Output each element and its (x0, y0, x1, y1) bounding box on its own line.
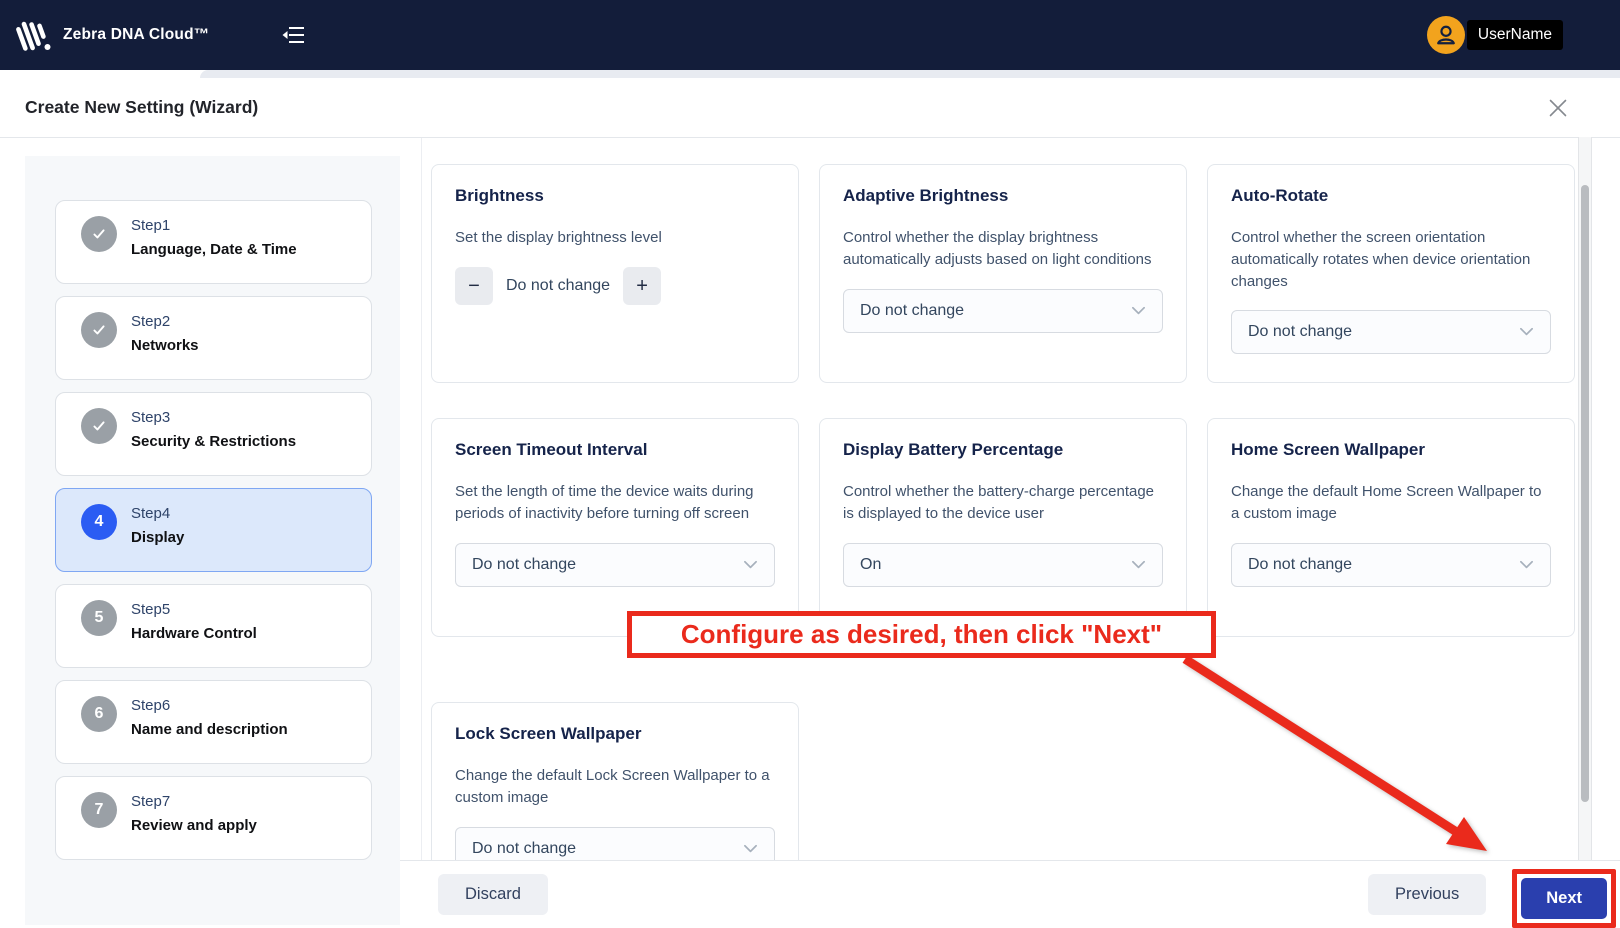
top-app-bar: Zebra DNA Cloud™ UserName (0, 0, 1620, 70)
app-window: Zebra DNA Cloud™ UserName Create New Set… (0, 0, 1620, 928)
card-description: Control whether the display brightness a… (843, 229, 1152, 268)
step-item-security-restrictions[interactable]: Step3 Security & Restrictions (55, 392, 372, 476)
close-icon[interactable] (1548, 98, 1568, 118)
check-icon (81, 216, 117, 252)
card-description: Control whether the screen orientation a… (1231, 229, 1531, 290)
chevron-down-icon (1520, 560, 1533, 568)
adaptive-brightness-dropdown[interactable]: Do not change (843, 288, 1163, 333)
annotation-highlight-ring: Next (1512, 869, 1616, 928)
wizard-steps-sidebar: Step1 Language, Date & Time Step2 Networks S… (25, 156, 400, 925)
step-item-networks[interactable]: Step2 Networks (55, 296, 372, 380)
person-icon (1437, 25, 1455, 45)
scrollbar-thumb[interactable] (1581, 185, 1589, 802)
step-number: 4 (81, 504, 117, 540)
dropdown-value: Do not change (472, 555, 577, 573)
discard-button[interactable]: Discard (438, 874, 548, 915)
stepper-value: Do not change (506, 276, 611, 294)
modal-title: Create New Setting (Wizard) (25, 97, 259, 117)
user-menu[interactable]: UserName (1426, 16, 1563, 54)
setting-card-home-screen-wallpaper: Home Screen Wallpaper Change the default … (1207, 418, 1575, 637)
card-title: Screen Timeout Interval (455, 440, 648, 459)
chevron-down-icon (1132, 560, 1145, 568)
chevron-down-icon (1132, 306, 1145, 314)
wizard-steps-list: Step1 Language, Date & Time Step2 Networks S… (25, 200, 400, 860)
card-title: Brightness (455, 186, 544, 205)
step-number: 6 (81, 696, 117, 732)
modal-header: Create New Setting (Wizard) (0, 78, 1620, 138)
setting-card-adaptive-brightness: Adaptive Brightness Control whether the d… (819, 164, 1187, 383)
auto-rotate-dropdown[interactable]: Do not change (1231, 310, 1551, 355)
card-description: Control whether the battery-charge perce… (843, 483, 1155, 522)
chevron-down-icon (1520, 328, 1533, 336)
card-description: Set the display brightness level (455, 229, 662, 246)
card-description: Change the default Lock Screen Wallpaper… (455, 767, 770, 806)
scrollbar-track[interactable] (1578, 137, 1592, 860)
avatar[interactable] (1426, 16, 1465, 54)
step-title: Hardware Control (131, 625, 257, 642)
app-title: Zebra DNA Cloud™ (63, 26, 210, 43)
step-label: Step3 (131, 409, 171, 426)
step-number: 7 (81, 792, 117, 828)
step-label: Step5 (131, 601, 171, 618)
settings-cards-grid: Brightness Set the display brightness lev… (431, 164, 1575, 860)
zebra-logo-icon (16, 21, 51, 51)
background-tab-edge (200, 70, 1620, 78)
step-item-hardware-control[interactable]: 5 Step5 Hardware Control (55, 584, 372, 668)
dropdown-value: Do not change (472, 839, 577, 857)
step-item-display[interactable]: 4 Step4 Display (55, 488, 372, 572)
card-title: Adaptive Brightness (843, 186, 1009, 205)
step-item-name-and-description[interactable]: 6 Step6 Name and description (55, 680, 372, 764)
step-title: Language, Date & Time (131, 241, 297, 258)
setting-card-brightness: Brightness Set the display brightness lev… (431, 164, 799, 383)
setting-card-auto-rotate: Auto-Rotate Control whether the screen or… (1207, 164, 1575, 383)
lock-screen-wallpaper-dropdown[interactable]: Do not change (455, 826, 775, 860)
card-title: Lock Screen Wallpaper (455, 724, 642, 743)
setting-card-screen-timeout-interval: Screen Timeout Interval Set the length of… (431, 418, 799, 637)
step-item-language-date-time[interactable]: Step1 Language, Date & Time (55, 200, 372, 284)
check-icon (81, 408, 117, 444)
wizard-footer: Discard Previous Next (400, 860, 1620, 928)
setting-card-lock-screen-wallpaper: Lock Screen Wallpaper Change the default … (431, 702, 799, 860)
dropdown-value: Do not change (860, 301, 965, 319)
step-label: Step6 (131, 697, 171, 714)
dropdown-value: Do not change (1248, 555, 1353, 573)
card-title: Home Screen Wallpaper (1231, 440, 1425, 459)
check-icon (81, 312, 117, 348)
step-title: Security & Restrictions (131, 433, 297, 450)
display-battery-percentage-dropdown[interactable]: On (843, 542, 1163, 587)
step-label: Step7 (131, 793, 171, 810)
step-number: 5 (81, 600, 117, 636)
chevron-down-icon (744, 844, 757, 852)
step-label: Step4 (131, 505, 171, 522)
step-title: Networks (131, 337, 199, 354)
settings-content: Brightness Set the display brightness lev… (400, 137, 1575, 860)
step-title: Name and description (131, 721, 288, 738)
setting-card-display-battery-percentage: Display Battery Percentage Control whethe… (819, 418, 1187, 637)
screen-timeout-interval-dropdown[interactable]: Do not change (455, 542, 775, 587)
card-description: Set the length of time the device waits … (455, 483, 754, 522)
dropdown-value: Do not change (1248, 323, 1353, 341)
username-label: UserName (1466, 20, 1563, 50)
card-description: Change the default Home Screen Wallpaper… (1231, 483, 1542, 522)
annotation-callout: Configure as desired, then click "Next" (627, 611, 1216, 658)
collapse-sidebar-icon[interactable] (281, 24, 305, 46)
step-label: Step2 (131, 313, 171, 330)
home-screen-wallpaper-dropdown[interactable]: Do not change (1231, 542, 1551, 587)
chevron-down-icon (744, 560, 757, 568)
next-button[interactable]: Next (1521, 878, 1607, 919)
step-title: Display (131, 529, 185, 546)
step-title: Review and apply (131, 817, 257, 834)
background-strip (0, 70, 1620, 78)
dropdown-value: On (860, 555, 882, 573)
brightness-stepper: − Do not change + (455, 266, 775, 305)
step-label: Step1 (131, 217, 171, 234)
card-title: Display Battery Percentage (843, 440, 1064, 459)
step-item-review-and-apply[interactable]: 7 Step7 Review and apply (55, 776, 372, 860)
previous-button[interactable]: Previous (1368, 874, 1487, 915)
settings-cards-wrap: Brightness Set the display brightness lev… (421, 137, 1575, 860)
decrease-button[interactable]: − (455, 266, 493, 305)
increase-button[interactable]: + (623, 266, 662, 305)
card-title: Auto-Rotate (1231, 186, 1329, 205)
